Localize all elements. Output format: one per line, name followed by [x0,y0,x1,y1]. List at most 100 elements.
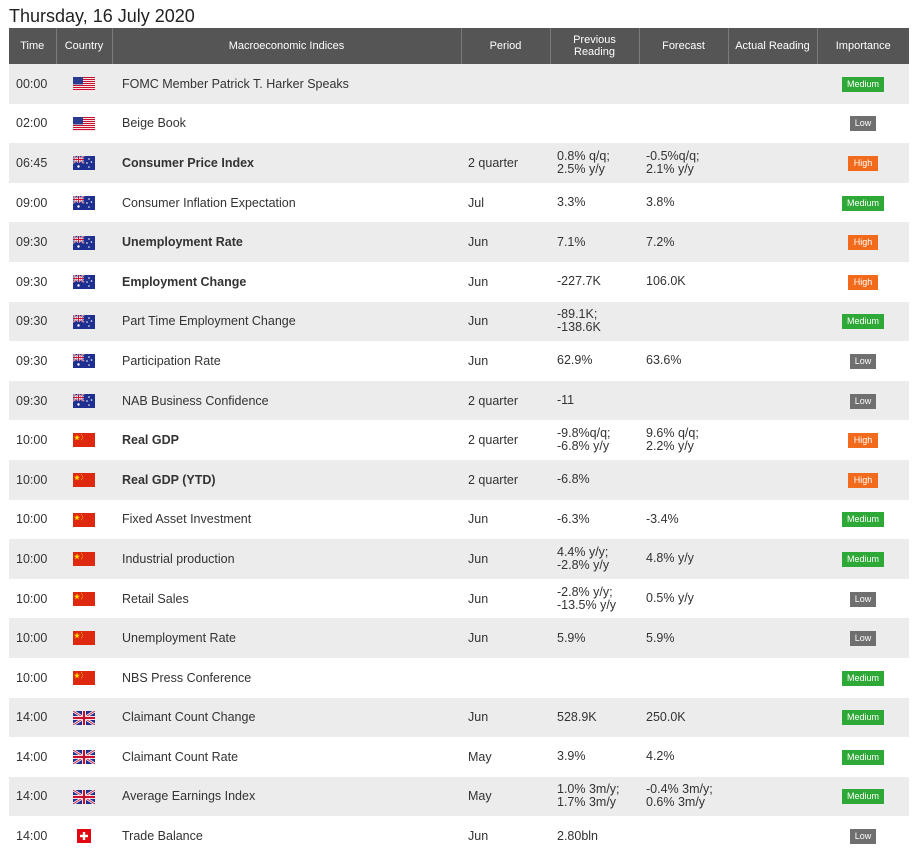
header-actual[interactable]: Actual Reading [728,28,818,64]
previous-reading-line1: -2.8% y/y; [557,584,613,599]
table-row[interactable]: 10:00 Unemployment Rate Jun 5.9% 5.9% Low [9,618,909,658]
forecast-line1: 0.5% y/y [646,591,694,606]
previous-reading: 5.9% [550,618,639,658]
importance-badge: Medium [842,789,884,805]
event-name[interactable]: NAB Business Confidence [112,380,461,421]
au-flag-icon [73,156,95,171]
event-time: 09:00 [9,182,56,223]
forecast: 250.0K [639,697,728,738]
table-row[interactable]: 14:00 Average Earnings Index May 1.0% 3m/y;… [9,776,909,817]
country-cell [56,459,112,500]
table-row[interactable]: 06:45 Consumer Price Index 2 quarter 0.8% q… [9,143,909,183]
event-time: 10:00 [9,459,56,500]
event-name[interactable]: Consumer Inflation Expectation [112,182,461,223]
forecast: 63.6% [639,341,728,381]
forecast-line1: 63.6% [646,353,682,368]
country-cell [56,420,112,460]
header-country[interactable]: Country [56,28,113,64]
forecast [639,380,728,421]
uk-flag-icon [73,710,95,725]
header-indices[interactable]: Macroeconomic Indices [112,28,462,64]
forecast [639,459,728,500]
event-name[interactable]: Unemployment Rate [112,222,461,262]
table-row[interactable]: 09:30 Part Time Employment Change Jun -89.1… [9,301,909,342]
country-cell [56,618,112,658]
event-name[interactable]: FOMC Member Patrick T. Harker Speaks [112,64,461,104]
event-period: 2 quarter [461,143,550,183]
event-name[interactable]: Claimant Count Rate [112,737,461,777]
au-flag-icon [73,235,95,250]
forecast: -3.4% [639,499,728,540]
country-cell [56,64,112,104]
cn-flag-icon [73,552,95,567]
table-row[interactable]: 10:00 Industrial production Jun 4.4% y/y; -2… [9,539,909,579]
event-name[interactable]: Trade Balance [112,816,461,856]
event-period: 2 quarter [461,459,550,500]
table-row[interactable]: 14:00 Claimant Count Rate May 3.9% 4.2% Mediu… [9,737,909,777]
forecast-line2: 2.1% y/y [646,161,694,176]
event-name[interactable]: Beige Book [112,103,461,144]
header-time[interactable]: Time [9,28,57,64]
forecast: 4.2% [639,737,728,777]
actual-reading [728,737,817,777]
country-cell [56,182,112,223]
table-header-row: Time Country Macroeconomic Indices Perio… [9,28,909,64]
event-name[interactable]: Retail Sales [112,578,461,619]
table-row[interactable]: 14:00 Claimant Count Change Jun 528.9K 250.0… [9,697,909,738]
cn-flag-icon [73,512,95,527]
event-name[interactable]: Fixed Asset Investment [112,499,461,540]
table-row[interactable]: 02:00 Beige Book Low [9,103,909,144]
event-name[interactable]: Industrial production [112,539,461,579]
event-name[interactable]: Average Earnings Index [112,776,461,817]
header-period[interactable]: Period [461,28,551,64]
event-name[interactable]: Employment Change [112,261,461,302]
actual-reading [728,539,817,579]
event-name[interactable]: NBS Press Conference [112,657,461,698]
table-row[interactable]: 10:00 Real GDP (YTD) 2 quarter -6.8% High [9,459,909,500]
previous-reading-line2: -13.5% y/y [557,597,617,612]
forecast [639,657,728,698]
table-row[interactable]: 10:00 Real GDP 2 quarter -9.8%q/q; -6.8% y/y… [9,420,909,460]
previous-reading-line1: 528.9K [557,709,597,724]
event-period: 2 quarter [461,380,550,421]
table-row[interactable]: 09:30 Participation Rate Jun 62.9% 63.6% Low [9,341,909,381]
cn-flag-icon [73,631,95,646]
event-name[interactable]: Claimant Count Change [112,697,461,738]
event-period: Jun [461,816,550,856]
event-period [461,64,550,104]
importance-cell: High [817,459,909,500]
actual-reading [728,222,817,262]
event-time: 10:00 [9,657,56,698]
importance-badge: High [848,155,878,171]
event-name[interactable]: Unemployment Rate [112,618,461,658]
event-name[interactable]: Real GDP [112,420,461,460]
table-row[interactable]: 00:00 FOMC Member Patrick T. Harker Speak… [9,64,909,104]
event-time: 10:00 [9,499,56,540]
event-name[interactable]: Consumer Price Index [112,143,461,183]
table-row[interactable]: 09:30 NAB Business Confidence 2 quarter -11… [9,380,909,421]
table-row[interactable]: 09:30 Unemployment Rate Jun 7.1% 7.2% High [9,222,909,262]
cn-flag-icon [73,473,95,488]
importance-badge: Medium [842,551,884,567]
table-row[interactable]: 09:30 Employment Change Jun -227.7K 106.0K Hi… [9,261,909,302]
table-row[interactable]: 10:00 NBS Press Conference Medium [9,657,909,698]
previous-reading: 4.4% y/y; -2.8% y/y [550,539,639,579]
forecast-line1: 7.2% [646,234,675,249]
header-forecast[interactable]: Forecast [639,28,729,64]
forecast [639,301,728,342]
header-previous[interactable]: Previous Reading [550,28,640,64]
event-period: Jun [461,301,550,342]
previous-reading: 3.9% [550,737,639,777]
header-importance[interactable]: Importance [817,28,909,64]
forecast [639,816,728,856]
table-row[interactable]: 10:00 Retail Sales Jun -2.8% y/y; -13.5% y/y… [9,578,909,619]
previous-reading: -11 [550,380,639,421]
importance-cell: Medium [817,64,909,104]
importance-cell: Low [817,618,909,658]
table-row[interactable]: 09:00 Consumer Inflation Expectation Jul 3.… [9,182,909,223]
event-name[interactable]: Real GDP (YTD) [112,459,461,500]
table-row[interactable]: 10:00 Fixed Asset Investment Jun -6.3% -3.4%… [9,499,909,540]
event-name[interactable]: Participation Rate [112,341,461,381]
event-name[interactable]: Part Time Employment Change [112,301,461,342]
table-row[interactable]: 14:00 Trade Balance Jun 2.80bln Low [9,816,909,856]
